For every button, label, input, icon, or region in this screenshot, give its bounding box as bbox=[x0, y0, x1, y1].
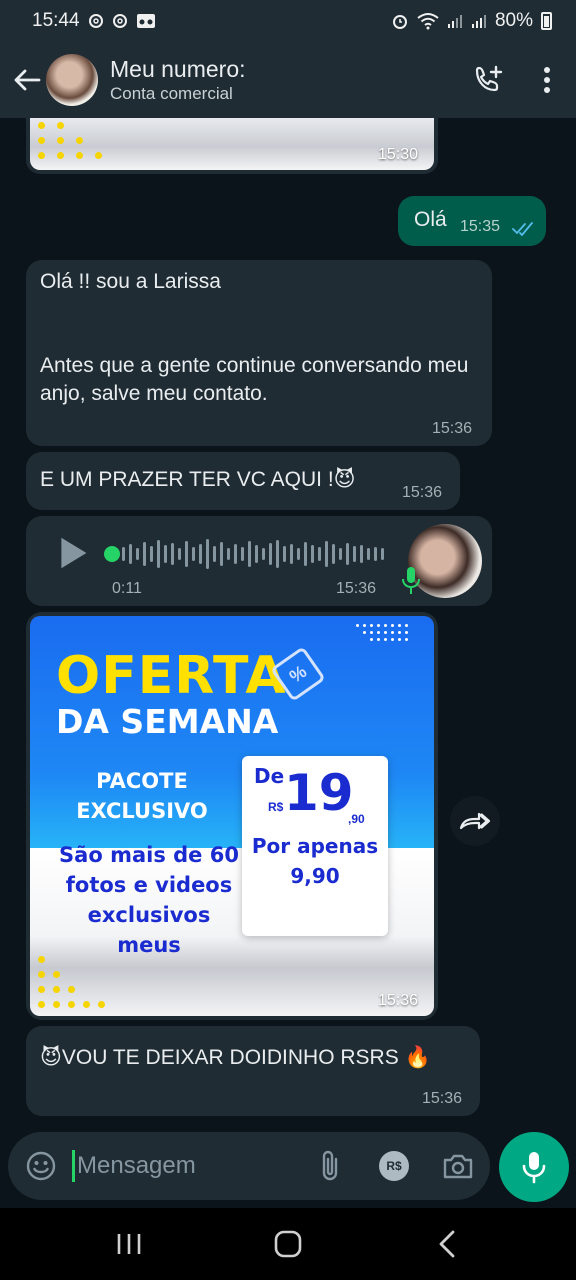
contact-subtitle: Conta comercial bbox=[110, 84, 233, 103]
status-bar: 15:44 80% bbox=[0, 0, 576, 42]
camera-button[interactable] bbox=[426, 1135, 490, 1197]
back-nav-button[interactable] bbox=[407, 1214, 487, 1274]
desc-line: exclusivos bbox=[87, 903, 211, 927]
read-ticks-icon bbox=[512, 222, 533, 236]
outgoing-message[interactable]: Olá 15:35 bbox=[398, 196, 546, 246]
threads-icon bbox=[88, 13, 104, 29]
message-text: Olá bbox=[414, 208, 447, 231]
promo-image[interactable]: OFERTA % DA SEMANA PACOTE EXCLUSIVO São … bbox=[30, 616, 434, 1016]
voice-duration: 0:11 bbox=[112, 580, 142, 597]
price-for-label: Por apenas bbox=[251, 834, 379, 858]
add-call-button[interactable] bbox=[460, 50, 518, 110]
home-icon bbox=[274, 1230, 302, 1258]
recent-apps-icon bbox=[118, 1234, 141, 1254]
incoming-message[interactable]: 😈VOU TE DEIXAR DOIDINHO RSRS 🔥 15:36 bbox=[26, 1026, 480, 1116]
voice-message[interactable]: 0:11 15:36 bbox=[26, 516, 492, 606]
price-final: 9,90 bbox=[290, 864, 340, 888]
promo-subtitle: DA SEMANA bbox=[56, 702, 279, 741]
price-cents: ,90 bbox=[348, 812, 365, 826]
back-button[interactable] bbox=[4, 50, 50, 110]
signal-icon bbox=[447, 13, 463, 29]
desc-line: fotos e videos bbox=[65, 873, 233, 897]
menu-button[interactable] bbox=[518, 50, 576, 110]
mic-icon bbox=[522, 1152, 546, 1184]
incoming-message[interactable]: E UM PRAZER TER VC AQUI !😈 15:36 bbox=[26, 452, 460, 510]
phone-plus-icon bbox=[475, 65, 503, 92]
price-from-label: De bbox=[254, 764, 285, 788]
system-nav-bar bbox=[0, 1208, 576, 1280]
message-text: 😈VOU TE DEIXAR DOIDINHO RSRS 🔥 bbox=[40, 1046, 431, 1069]
price-currency: R$ bbox=[268, 800, 284, 814]
camera-icon bbox=[443, 1154, 473, 1179]
decorative-dots bbox=[38, 956, 120, 1008]
decorative-dots bbox=[356, 624, 408, 641]
message-time: 15:35 bbox=[460, 218, 501, 235]
image-message[interactable]: OFERTA % DA SEMANA PACOTE EXCLUSIVO São … bbox=[26, 612, 438, 1020]
payment-button[interactable]: R$ bbox=[362, 1135, 426, 1197]
package-line: PACOTE bbox=[96, 769, 188, 793]
forward-icon bbox=[459, 812, 491, 830]
message-time: 15:36 bbox=[402, 484, 443, 501]
threads-icon bbox=[112, 13, 128, 29]
contact-name: Meu numero: bbox=[110, 56, 246, 82]
back-arrow-icon bbox=[14, 69, 41, 91]
recent-apps-button[interactable] bbox=[89, 1214, 169, 1274]
battery-icon bbox=[541, 12, 552, 30]
promo-title: OFERTA bbox=[56, 646, 287, 706]
chat-area[interactable]: 15:30 Olá 15:35 Olá !! sou a Larissa Ant… bbox=[0, 118, 576, 1130]
voice-waveform[interactable] bbox=[122, 538, 384, 570]
message-time: 15:36 bbox=[378, 992, 419, 1009]
message-text: Olá !! sou a Larissa Antes que a gente c… bbox=[40, 270, 469, 405]
desc-line: São mais de 60 bbox=[59, 843, 239, 867]
message-time: 15:36 bbox=[422, 1090, 463, 1107]
image-message[interactable]: 15:30 bbox=[26, 118, 438, 174]
forward-button[interactable] bbox=[450, 796, 500, 846]
message-input-container[interactable]: Mensagem R$ bbox=[8, 1132, 490, 1200]
more-vert-icon bbox=[544, 67, 550, 93]
chevron-left-icon bbox=[439, 1230, 455, 1258]
emoji-icon bbox=[26, 1151, 56, 1181]
paperclip-icon bbox=[322, 1150, 338, 1181]
signal-icon bbox=[471, 13, 487, 29]
emoji-button[interactable] bbox=[10, 1135, 72, 1197]
promo-package: PACOTE EXCLUSIVO bbox=[52, 766, 232, 826]
voice-record-button[interactable] bbox=[499, 1132, 569, 1202]
contact-info[interactable]: Meu numero: Conta comercial bbox=[110, 55, 246, 105]
message-time: 15:30 bbox=[378, 146, 419, 163]
play-icon[interactable] bbox=[56, 536, 90, 570]
message-time: 15:36 bbox=[336, 580, 377, 597]
wifi-icon bbox=[417, 12, 439, 30]
battery-percentage: 80% bbox=[494, 10, 533, 31]
price-card: De R$ 19 ,90 Por apenas 9,90 bbox=[242, 756, 388, 936]
home-button[interactable] bbox=[248, 1214, 328, 1274]
voicemail-icon bbox=[136, 13, 156, 29]
message-time: 15:36 bbox=[432, 420, 473, 437]
incoming-message[interactable]: Olá !! sou a Larissa Antes que a gente c… bbox=[26, 260, 492, 446]
image-thumbnail[interactable] bbox=[30, 118, 434, 170]
currency-icon: R$ bbox=[379, 1151, 409, 1181]
status-time: 15:44 bbox=[32, 10, 80, 31]
mic-icon bbox=[402, 567, 420, 594]
message-input[interactable]: Mensagem bbox=[77, 1152, 298, 1180]
attach-button[interactable] bbox=[298, 1135, 362, 1197]
message-text: E UM PRAZER TER VC AQUI !😈 bbox=[40, 468, 356, 491]
alarm-icon bbox=[391, 12, 409, 30]
input-bar: Mensagem R$ bbox=[0, 1130, 576, 1208]
decorative-dots bbox=[38, 122, 102, 159]
text-cursor bbox=[72, 1150, 75, 1182]
contact-avatar[interactable] bbox=[46, 54, 98, 106]
package-line: EXCLUSIVO bbox=[76, 799, 208, 823]
price-original: 19 bbox=[284, 764, 354, 822]
playback-position-dot[interactable] bbox=[104, 546, 120, 562]
chat-header: Meu numero: Conta comercial bbox=[0, 42, 576, 118]
promo-description: São mais de 60 fotos e videos exclusivos… bbox=[44, 840, 254, 960]
